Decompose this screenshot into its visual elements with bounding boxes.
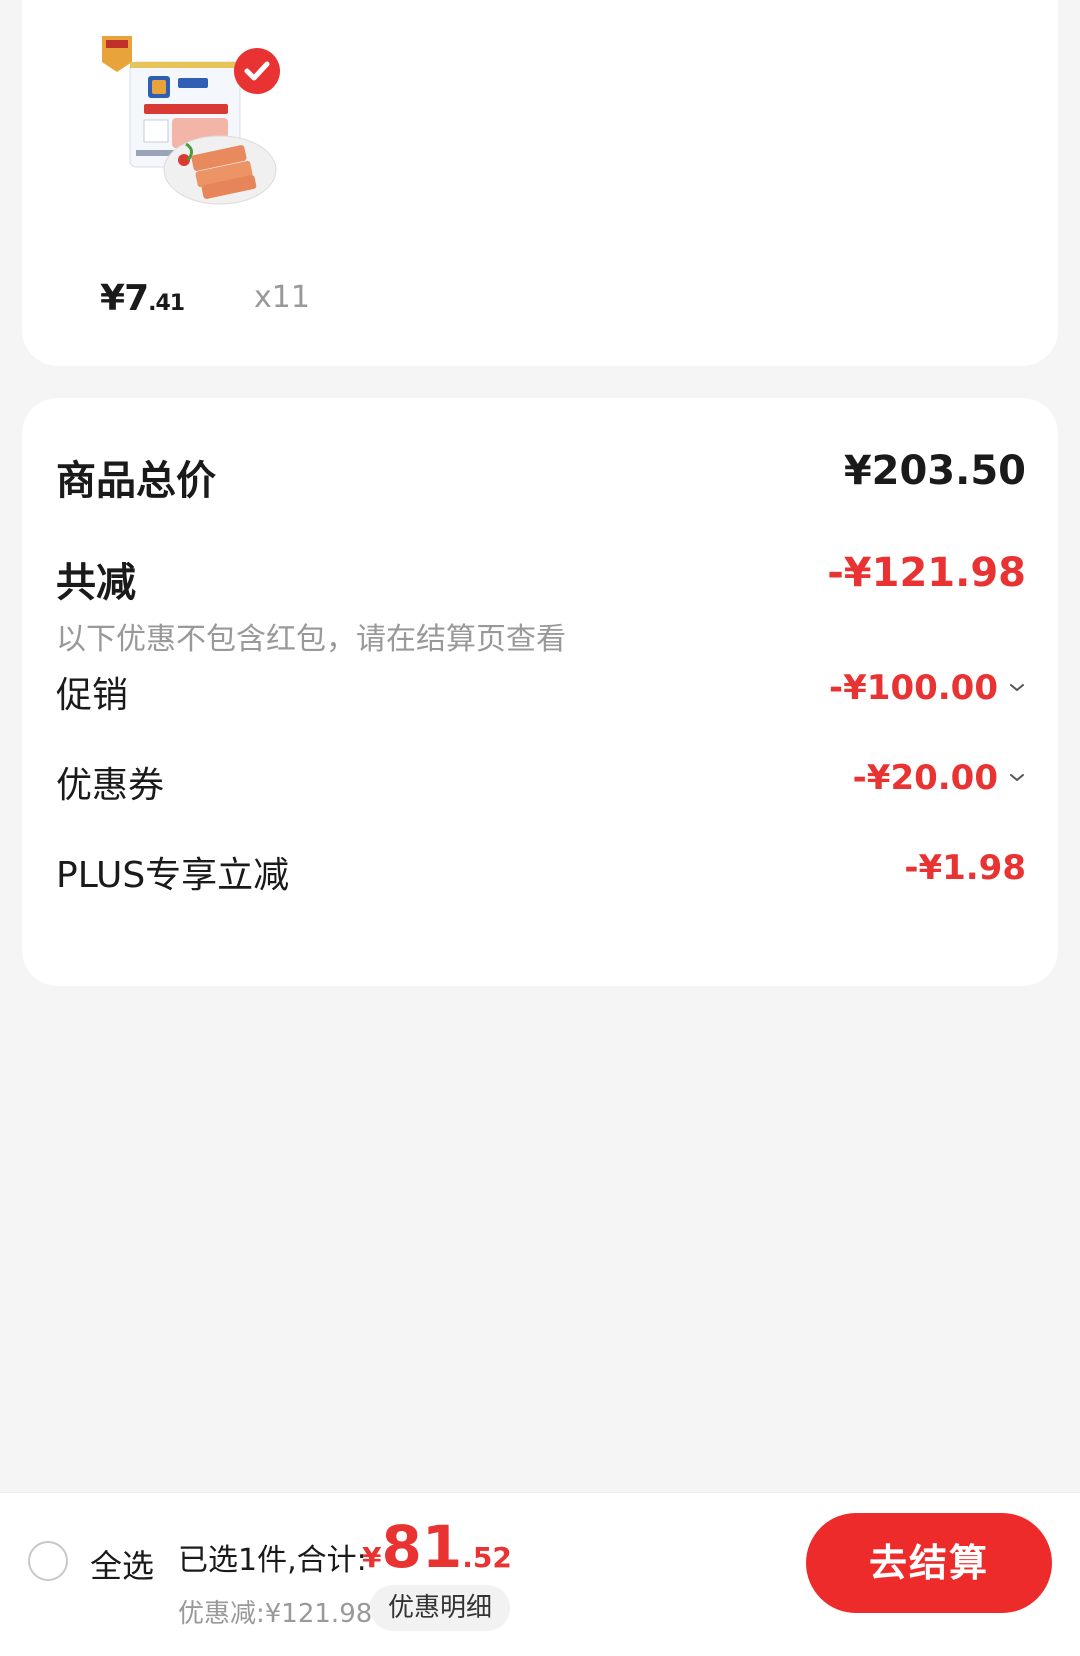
- chevron-down-icon[interactable]: [1008, 769, 1026, 787]
- coupon-value: -¥20.00: [852, 758, 998, 798]
- chevron-down-icon[interactable]: [1008, 679, 1026, 697]
- price-currency: ¥: [100, 278, 125, 319]
- price-summary-card: 商品总价 ¥203.50 共减 -¥121.98 以下优惠不包含红包，请在结算页…: [22, 398, 1058, 986]
- total-decimal: .52: [462, 1541, 512, 1574]
- plus-discount-value: -¥1.98: [904, 848, 1026, 888]
- promotion-value: -¥100.00: [829, 668, 998, 708]
- goods-total-label: 商品总价: [56, 458, 216, 504]
- total-integer: 81: [381, 1513, 463, 1581]
- goods-total-value: ¥203.50: [843, 448, 1026, 494]
- total-reduction-label: 共减: [56, 560, 136, 606]
- discount-summary: 优惠减:¥121.98: [178, 1599, 373, 1629]
- total-amount: ¥81.52: [362, 1513, 512, 1581]
- promotion-row[interactable]: -¥100.00: [829, 668, 1026, 708]
- checkout-bar: 全选 已选1件,合计: ¥81.52 优惠减:¥121.98 优惠明细 去结算: [0, 1492, 1080, 1656]
- select-all-label[interactable]: 全选: [90, 1541, 154, 1587]
- discount-detail-button[interactable]: 优惠明细: [370, 1585, 511, 1631]
- coupon-row[interactable]: -¥20.00: [853, 758, 1026, 798]
- product-card: ¥7.41 x11: [22, 0, 1058, 366]
- promotion-label: 促销: [56, 675, 129, 716]
- reduction-note: 以下优惠不包含红包，请在结算页查看: [56, 622, 566, 657]
- product-quantity: x11: [254, 280, 310, 315]
- checkout-button[interactable]: 去结算: [806, 1513, 1052, 1613]
- price-integer: 7: [124, 278, 149, 319]
- product-unit-price: ¥7.41: [100, 278, 185, 319]
- price-decimal: .41: [148, 291, 185, 316]
- coupon-label: 优惠券: [56, 765, 165, 806]
- plus-discount-label: PLUS专享立减: [56, 855, 290, 896]
- total-reduction-value: -¥121.98: [827, 550, 1026, 596]
- select-all-radio[interactable]: [28, 1541, 68, 1581]
- total-currency: ¥: [362, 1541, 382, 1574]
- selected-count-text: 已选1件,合计:: [178, 1543, 367, 1578]
- selected-check-icon[interactable]: [234, 48, 280, 94]
